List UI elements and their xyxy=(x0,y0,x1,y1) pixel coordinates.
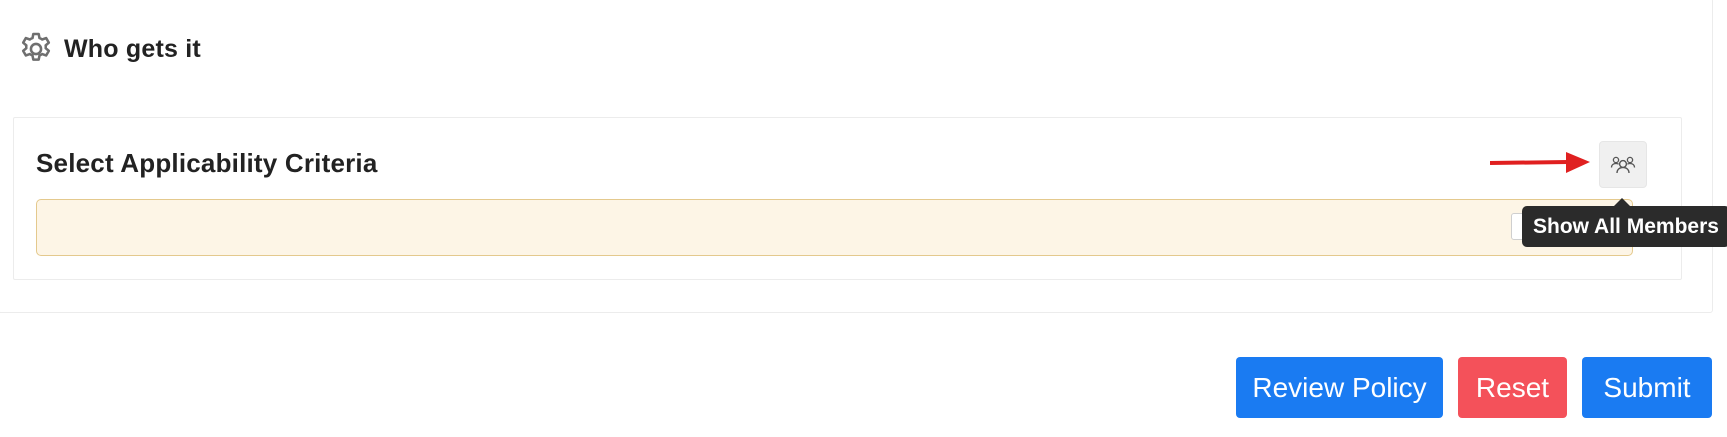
users-icon xyxy=(1610,156,1636,173)
criteria-dropzone[interactable]: + xyxy=(36,199,1633,256)
review-policy-button[interactable]: Review Policy xyxy=(1236,357,1443,418)
page: Who gets it Select Applicability Criteri… xyxy=(0,0,1727,437)
gear-icon xyxy=(21,32,51,61)
who-gets-it-card: Who gets it Select Applicability Criteri… xyxy=(0,0,1713,313)
criteria-title: Select Applicability Criteria xyxy=(36,148,378,178)
show-all-members-tooltip: Show All Members xyxy=(1522,198,1727,247)
submit-button[interactable]: Submit xyxy=(1582,357,1712,418)
annotation-arrow xyxy=(1490,152,1590,173)
show-all-members-button[interactable] xyxy=(1599,141,1647,188)
section-header: Who gets it xyxy=(17,31,201,67)
reset-button[interactable]: Reset xyxy=(1458,357,1567,418)
applicability-criteria-panel: Select Applicability Criteria + xyxy=(13,117,1682,280)
section-title: Who gets it xyxy=(64,34,201,63)
